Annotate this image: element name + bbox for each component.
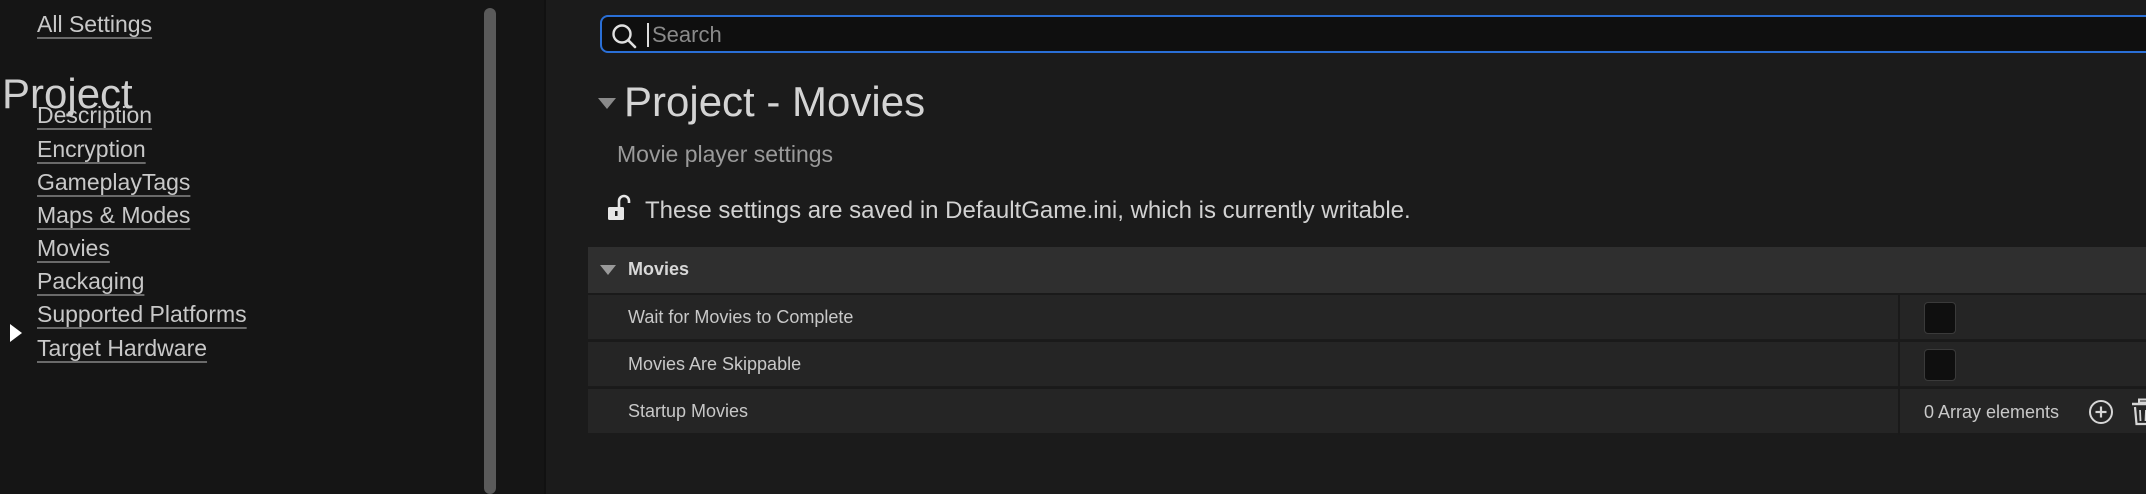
unlocked-padlock-icon[interactable] <box>606 194 632 222</box>
property-column-divider[interactable] <box>1898 342 1900 388</box>
search-text-caret <box>647 23 649 47</box>
selected-item-arrow-icon <box>10 324 22 342</box>
category-collapse-arrow-icon[interactable] <box>600 265 616 275</box>
all-settings-link[interactable]: All Settings <box>37 11 152 38</box>
page-title: Project - Movies <box>624 78 926 125</box>
sidebar-item-target-hardware[interactable]: Target Hardware <box>37 335 207 362</box>
trash-icon[interactable] <box>2131 398 2146 426</box>
config-save-note: These settings are saved in DefaultGame.… <box>645 197 1411 224</box>
property-label: Movies Are Skippable <box>628 354 802 374</box>
movies-skippable-checkbox[interactable] <box>1924 349 1956 381</box>
page-subtitle: Movie player settings <box>617 141 834 167</box>
sidebar-scrollbar-thumb[interactable] <box>484 8 496 494</box>
category-row-movies[interactable]: Movies <box>588 247 2146 293</box>
wait-for-movies-checkbox[interactable] <box>1924 302 1956 334</box>
sidebar-item-gameplaytags[interactable]: GameplayTags <box>37 169 190 196</box>
search-icon <box>612 24 637 49</box>
property-label: Startup Movies <box>628 401 749 421</box>
search-box[interactable] <box>600 15 2146 53</box>
sidebar-item-supported-platforms[interactable]: Supported Platforms <box>37 301 247 328</box>
sidebar-item-description[interactable]: Description <box>37 102 152 129</box>
property-row-movies-skippable: Movies Are Skippable <box>588 340 2146 388</box>
search-input[interactable] <box>652 19 2132 51</box>
array-element-count: 0 Array elements <box>1924 402 2060 422</box>
property-column-divider[interactable] <box>1898 295 1900 341</box>
category-label: Movies <box>628 259 690 279</box>
section-collapse-arrow-icon[interactable] <box>598 98 616 109</box>
property-row-wait-for-movies: Wait for Movies to Complete <box>588 293 2146 341</box>
sidebar-item-packaging[interactable]: Packaging <box>37 268 144 295</box>
sidebar-item-maps-modes[interactable]: Maps & Modes <box>37 202 190 229</box>
panel-gap <box>500 0 545 494</box>
property-row-startup-movies: Startup Movies 0 Array elements <box>588 387 2146 435</box>
property-column-divider[interactable] <box>1898 389 1900 435</box>
sidebar-item-encryption[interactable]: Encryption <box>37 136 146 163</box>
sidebar-item-movies[interactable]: Movies <box>37 235 110 262</box>
plus-circle-icon[interactable] <box>2088 399 2114 425</box>
settings-sidebar: All Settings Project Description Encrypt… <box>0 0 500 494</box>
settings-details-panel: Project - Movies Movie player settings T… <box>546 0 2146 494</box>
property-label: Wait for Movies to Complete <box>628 307 854 327</box>
